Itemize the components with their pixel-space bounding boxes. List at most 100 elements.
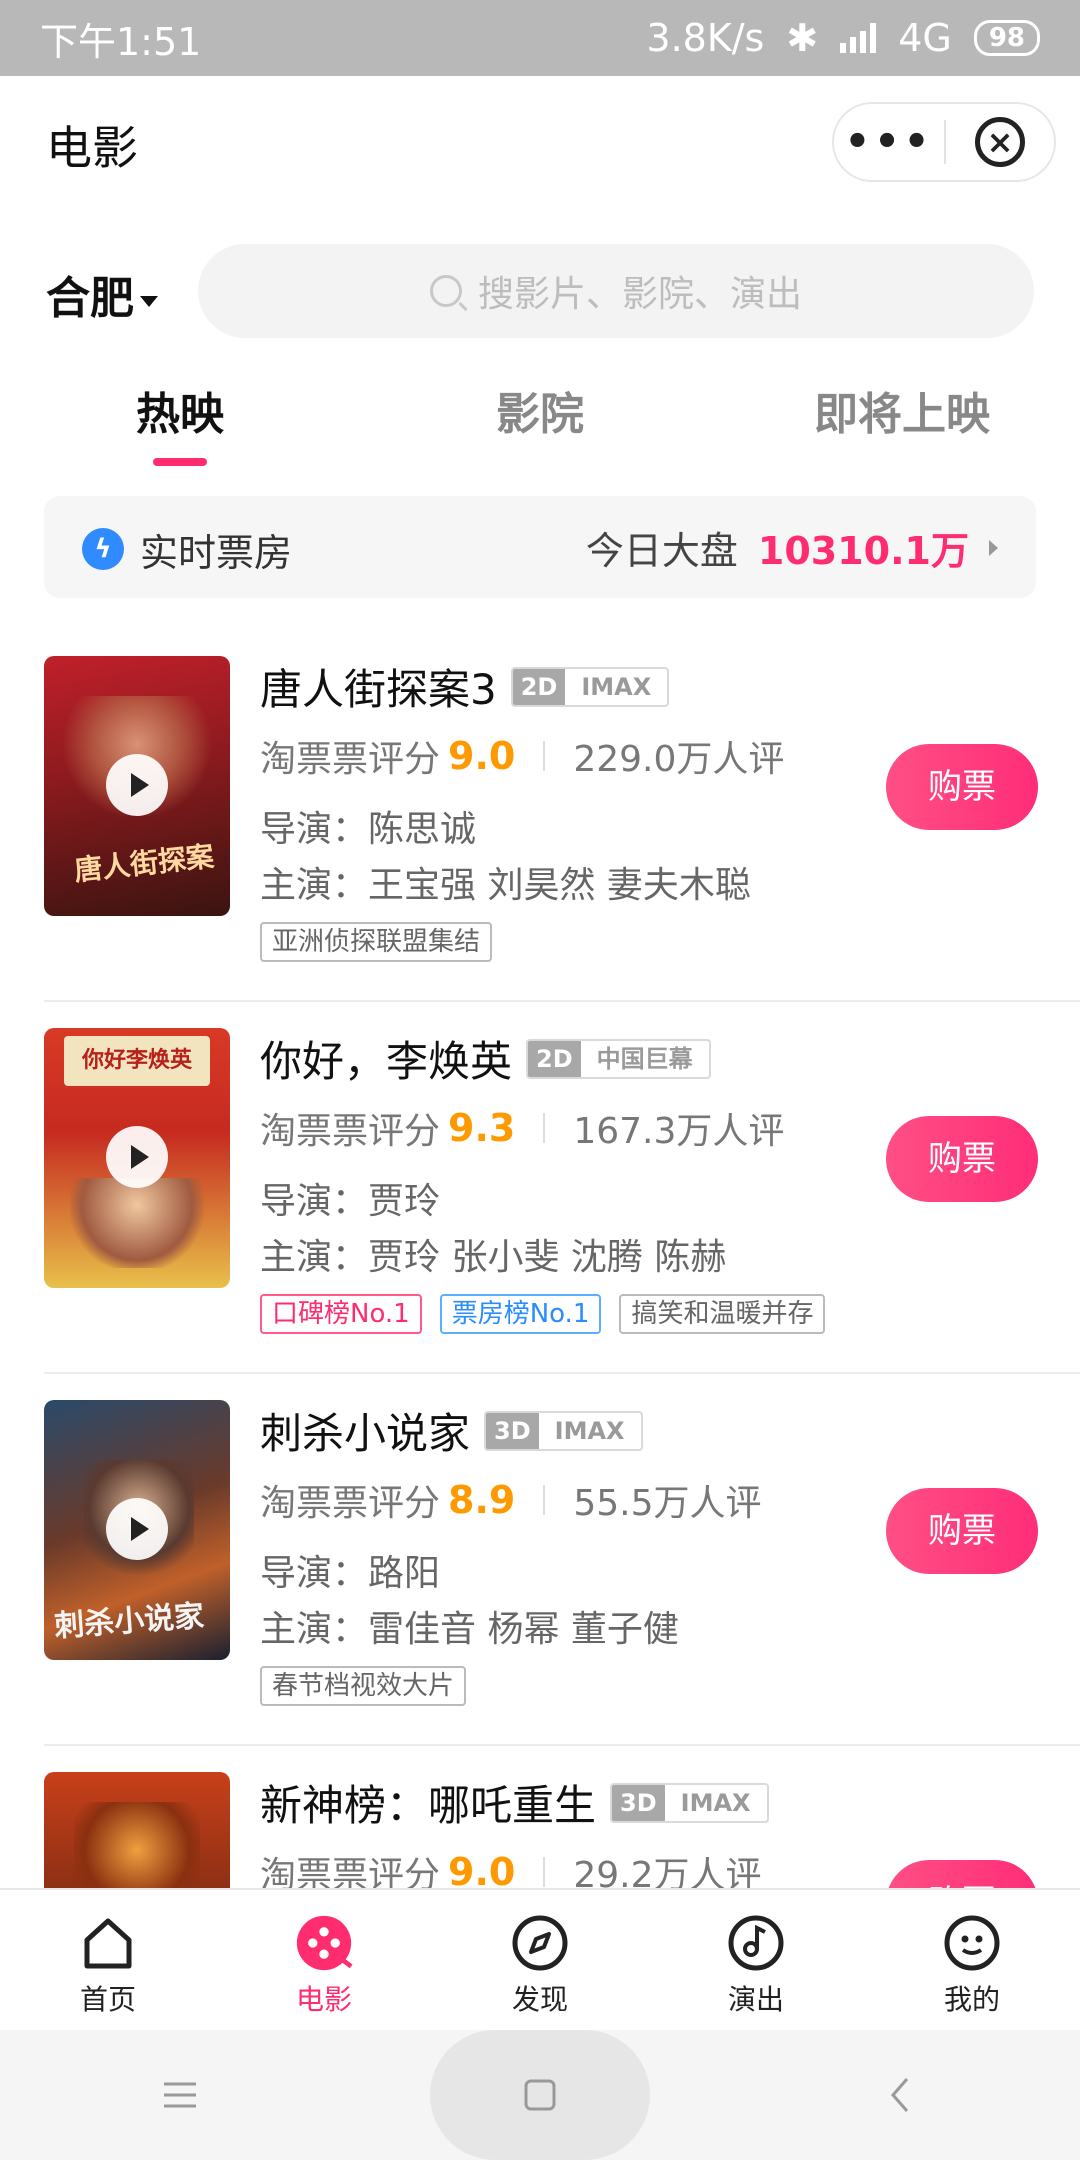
divider bbox=[543, 741, 546, 771]
nav-mine[interactable]: 我的 bbox=[864, 1890, 1080, 2030]
movie-title[interactable]: 新神榜：哪吒重生 bbox=[260, 1772, 596, 1833]
play-icon[interactable] bbox=[106, 1126, 168, 1188]
format-badge: 2D 中国巨幕 bbox=[526, 1038, 711, 1079]
battery-icon: 98 bbox=[973, 20, 1040, 56]
system-nav-bar bbox=[0, 2030, 1080, 2160]
back-chevron-icon bbox=[891, 2078, 909, 2112]
tag-list: 口碑榜No.1 票房榜No.1 搞笑和温暖并存 bbox=[260, 1294, 826, 1334]
play-icon[interactable] bbox=[106, 754, 168, 816]
movie-tag: 亚洲侦探联盟集结 bbox=[260, 922, 493, 962]
signal-icon bbox=[840, 23, 877, 53]
review-count: 167.3万人评 bbox=[573, 1111, 785, 1152]
rating-row: 淘票票评分 9.3 167.3万人评 bbox=[260, 1102, 784, 1154]
active-tab-indicator bbox=[153, 458, 207, 466]
director: 导演：陈思诚 bbox=[260, 809, 477, 850]
director: 导演：贾玲 bbox=[260, 1181, 441, 1222]
nav-label: 发现 bbox=[511, 1983, 568, 2016]
buy-ticket-button[interactable]: 购票 bbox=[886, 1860, 1038, 1888]
rating-score: 8.9 bbox=[448, 1478, 516, 1522]
back-button[interactable] bbox=[790, 2030, 1010, 2160]
chevron-right-icon bbox=[989, 539, 998, 556]
movie-list[interactable]: 唐人街探案 唐人街探案3 2D IMAX 淘票票评分 9.0 229.0万人评 导… bbox=[0, 630, 1080, 1888]
more-menu-button[interactable]: ••• bbox=[834, 102, 944, 182]
network-speed: 3.8K/s bbox=[646, 16, 765, 60]
divider bbox=[543, 1857, 546, 1887]
format-badge: 2D IMAX bbox=[510, 666, 670, 707]
tab-bar: 热映 影院 即将上映 bbox=[0, 360, 1080, 470]
dropdown-triangle-icon bbox=[140, 295, 158, 307]
buy-ticket-button[interactable]: 购票 bbox=[886, 744, 1038, 830]
status-bar: 下午1:51 3.8K/s ✱ 4G 98 bbox=[0, 0, 1080, 76]
review-count: 29.2万人评 bbox=[573, 1855, 762, 1888]
rating-label: 淘票票评分 bbox=[260, 1855, 441, 1888]
director: 导演：路阳 bbox=[260, 1553, 441, 1594]
city-name: 合肥 bbox=[46, 273, 134, 324]
cast: 主演：雷佳音 杨幂 董子健 bbox=[260, 1609, 679, 1650]
nav-home[interactable]: 首页 bbox=[0, 1890, 216, 2030]
lightning-icon: ϟ bbox=[82, 528, 124, 570]
movie-item[interactable]: 刺杀小说家 刺杀小说家 3D IMAX 淘票票评分 8.9 55.5万人评 导演：… bbox=[44, 1374, 1080, 1746]
nav-label: 电影 bbox=[295, 1983, 352, 2016]
compass-icon bbox=[511, 1914, 569, 1972]
bottom-nav: 首页 电影 发现 演出 我的 bbox=[0, 1888, 1080, 2030]
menu-button[interactable] bbox=[70, 2030, 290, 2160]
play-icon[interactable] bbox=[106, 1498, 168, 1560]
tab-coming-soon[interactable]: 即将上映 bbox=[814, 378, 990, 442]
format-badge: 3D IMAX bbox=[610, 1782, 769, 1823]
film-reel-icon bbox=[295, 1914, 353, 1972]
movie-tag: 票房榜No.1 bbox=[439, 1294, 602, 1334]
city-selector[interactable]: 合肥 bbox=[46, 262, 158, 326]
movie-title[interactable]: 刺杀小说家 bbox=[260, 1400, 470, 1461]
status-time: 下午1:51 bbox=[40, 19, 202, 64]
movie-item[interactable]: 唐人街探案 唐人街探案3 2D IMAX 淘票票评分 9.0 229.0万人评 导… bbox=[44, 630, 1080, 1002]
tab-now-showing[interactable]: 热映 bbox=[136, 378, 224, 442]
movie-tag: 搞笑和温暖并存 bbox=[619, 1294, 826, 1334]
movie-item[interactable]: 新神榜：哪吒重生 3DIMAX 淘票票评分 9.0 29.2万人评 购票 bbox=[44, 1746, 1080, 1888]
miniprogram-capsule: ••• × bbox=[832, 102, 1056, 182]
movie-title[interactable]: 唐人街探案3 bbox=[260, 656, 497, 717]
divider bbox=[543, 1485, 546, 1515]
square-home-icon bbox=[524, 2079, 556, 2111]
search-icon bbox=[429, 275, 462, 307]
movie-poster[interactable]: 刺杀小说家 bbox=[44, 1400, 230, 1660]
rating-row: 淘票票评分 8.9 55.5万人评 bbox=[260, 1474, 762, 1526]
nav-label: 演出 bbox=[727, 1983, 784, 2016]
rating-label: 淘票票评分 bbox=[260, 1483, 441, 1524]
menu-icon bbox=[164, 2082, 196, 2108]
buy-ticket-button[interactable]: 购票 bbox=[886, 1488, 1038, 1574]
realtime-boxoffice-banner[interactable]: ϟ 实时票房 今日大盘 10310.1万 bbox=[44, 496, 1036, 598]
today-total-value: 10310.1万 bbox=[757, 529, 969, 573]
divider bbox=[543, 1113, 546, 1143]
movie-title[interactable]: 你好，李焕英 bbox=[260, 1028, 512, 1089]
today-total-label: 今日大盘 bbox=[585, 529, 738, 573]
bluetooth-icon: ✱ bbox=[786, 16, 819, 60]
city-search-row: 合肥 搜影片、影院、演出 bbox=[0, 244, 1080, 338]
rating-score: 9.0 bbox=[448, 734, 516, 778]
movie-tag: 口碑榜No.1 bbox=[260, 1294, 422, 1334]
cast: 主演：王宝强 刘昊然 妻夫木聪 bbox=[260, 865, 751, 906]
movie-item[interactable]: 你好李焕英 你好，李焕英 2D 中国巨幕 淘票票评分 9.3 167.3万人评 导… bbox=[44, 1002, 1080, 1374]
movie-poster[interactable]: 你好李焕英 bbox=[44, 1028, 230, 1288]
title-bar: 电影 ••• × bbox=[0, 76, 1080, 206]
nav-discover[interactable]: 发现 bbox=[432, 1890, 648, 2030]
home-button[interactable] bbox=[430, 2030, 650, 2160]
music-note-icon bbox=[727, 1914, 785, 1972]
movie-poster[interactable]: 唐人街探案 bbox=[44, 656, 230, 916]
rating-row: 淘票票评分 9.0 229.0万人评 bbox=[260, 730, 784, 782]
close-button[interactable]: × bbox=[946, 117, 1054, 167]
movie-poster[interactable] bbox=[44, 1772, 230, 1888]
rating-score: 9.0 bbox=[448, 1850, 516, 1888]
rating-label: 淘票票评分 bbox=[260, 739, 441, 780]
nav-movies[interactable]: 电影 bbox=[216, 1890, 432, 2030]
network-type: 4G bbox=[898, 16, 952, 60]
rating-score: 9.3 bbox=[448, 1106, 516, 1150]
rating-label: 淘票票评分 bbox=[260, 1111, 441, 1152]
tab-cinemas[interactable]: 影院 bbox=[496, 378, 584, 442]
page-title: 电影 bbox=[46, 121, 138, 175]
search-input[interactable]: 搜影片、影院、演出 bbox=[198, 244, 1034, 338]
format-badge: 3D IMAX bbox=[484, 1410, 643, 1451]
close-icon: × bbox=[974, 117, 1025, 167]
nav-shows[interactable]: 演出 bbox=[648, 1890, 864, 2030]
nav-label: 首页 bbox=[79, 1983, 136, 2016]
buy-ticket-button[interactable]: 购票 bbox=[886, 1116, 1038, 1202]
